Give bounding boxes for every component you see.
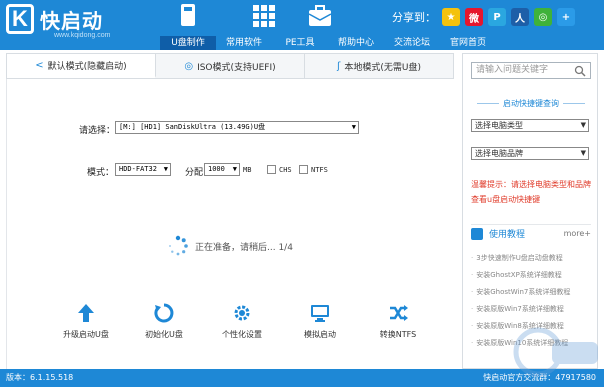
- nav-forum[interactable]: 交流论坛: [384, 36, 440, 50]
- search-icon[interactable]: [574, 65, 586, 77]
- simulate-boot-button[interactable]: 模拟启动: [281, 303, 359, 340]
- alloc-unit: MB: [243, 166, 252, 174]
- alloc-size-select[interactable]: 1000 ▼: [204, 163, 240, 176]
- nav-common-software[interactable]: 常用软件: [216, 36, 272, 50]
- share-label: 分享到：: [392, 11, 436, 24]
- mode-tabs: < 默认模式(隐藏启动) ◎ ISO模式(支持UEFI) ʃ 本地模式(无需U盘…: [6, 53, 454, 79]
- warm-tip: 温馨提示：请选择电脑类型和品牌查看u盘启动快捷键: [471, 180, 591, 204]
- loading-spinner-icon: [169, 235, 188, 256]
- watermark-logo-icon: [513, 327, 598, 377]
- tutorial-header: 使用教程 more+: [471, 224, 591, 242]
- tutorial-item[interactable]: 3步快速制作U盘启动盘教程: [471, 250, 595, 267]
- nav-usb-make[interactable]: U盘制作: [160, 36, 216, 50]
- share-bar: 分享到： ★ 微 P 人 ◎ +: [392, 8, 580, 26]
- monitor-icon: [311, 305, 329, 322]
- chevron-down-icon: ▼: [351, 123, 356, 131]
- tutorial-item[interactable]: 安装GhostXP系统详细教程: [471, 267, 595, 284]
- wechat-icon[interactable]: ◎: [534, 8, 552, 26]
- bottom-toolbar: 升级启动U盘 初始化U盘 个性化设置 模拟启动 转换NTFS: [47, 303, 437, 340]
- disc-icon: ◎: [184, 60, 194, 72]
- tab-local-mode[interactable]: ʃ 本地模式(无需U盘): [305, 54, 453, 78]
- device-select[interactable]: [M:] [HD1] SanDiskUltra (13.49G)U盘 ▼: [115, 121, 359, 134]
- chevron-down-icon: ▼: [232, 165, 237, 173]
- ntfs-checkbox[interactable]: [299, 165, 308, 174]
- rss-icon: ʃ: [337, 60, 341, 72]
- progress-status: 正在准备，请稍后... 1/4: [167, 235, 293, 257]
- init-usb-button[interactable]: 初始化U盘: [125, 303, 203, 340]
- ntfs-label: NTFS: [311, 166, 328, 174]
- computer-type-select[interactable]: 选择电脑类型 ▼: [471, 119, 589, 132]
- upgrade-arrow-icon: [78, 304, 94, 322]
- search-input[interactable]: 请输入问题关键字: [471, 62, 591, 79]
- gear-icon: [234, 305, 250, 321]
- device-select-label: 请选择：: [79, 126, 116, 136]
- app-header: K 快启动 www.kqidong.com U盘制作 常用软件 PE工具 帮助中…: [0, 0, 604, 50]
- chevron-down-icon: ▼: [580, 121, 586, 129]
- tutorial-item[interactable]: 安装原版Win7系统详细教程: [471, 301, 595, 318]
- tutorial-item[interactable]: 安装GhostWin7系统详细教程: [471, 284, 595, 301]
- convert-shuffle-icon: [390, 305, 408, 321]
- logo: K 快启动: [6, 2, 103, 36]
- qzone-icon[interactable]: ★: [442, 8, 460, 26]
- more-link[interactable]: more+: [564, 229, 591, 238]
- personalize-button[interactable]: 个性化设置: [203, 303, 281, 340]
- convert-ntfs-button[interactable]: 转换NTFS: [359, 303, 437, 340]
- chevron-down-icon: ▼: [580, 149, 586, 157]
- version-text: 版本：6.1.15.518: [6, 373, 74, 382]
- chs-checkbox[interactable]: [267, 165, 276, 174]
- share-node-icon: <: [35, 59, 44, 71]
- logo-mark: K: [6, 4, 34, 34]
- tab-default-mode[interactable]: < 默认模式(隐藏启动): [7, 54, 156, 78]
- main-nav: U盘制作 常用软件 PE工具 帮助中心 交流论坛 官网首页: [160, 36, 496, 50]
- computer-brand-select[interactable]: 选择电脑品牌 ▼: [471, 147, 589, 160]
- chs-label: CHS: [279, 166, 292, 174]
- shortcut-title: 启动快捷键查询: [463, 98, 599, 109]
- nav-homepage[interactable]: 官网首页: [440, 36, 496, 50]
- status-text: 正在准备，请稍后... 1/4: [195, 242, 293, 253]
- mode-label: 模式：: [87, 168, 115, 178]
- chevron-down-icon: ▼: [163, 165, 168, 173]
- briefcase-icon[interactable]: [306, 2, 334, 30]
- usb-icon[interactable]: [174, 2, 202, 30]
- nav-pe-tools[interactable]: PE工具: [272, 36, 328, 50]
- grid-apps-icon[interactable]: [250, 2, 278, 30]
- upgrade-usb-button[interactable]: 升级启动U盘: [47, 303, 125, 340]
- renren-icon[interactable]: 人: [511, 8, 529, 26]
- init-usb-icon: [154, 303, 174, 323]
- main-panel: 请选择： [M:] [HD1] SanDiskUltra (13.49G)U盘 …: [6, 79, 454, 369]
- book-icon: [471, 227, 483, 240]
- logo-text: 快启动: [40, 8, 103, 33]
- nav-help-center[interactable]: 帮助中心: [328, 36, 384, 50]
- plus-icon[interactable]: +: [557, 8, 575, 26]
- tutorial-title: 使用教程: [489, 230, 526, 240]
- mode-select[interactable]: HDD-FAT32 ▼: [115, 163, 171, 176]
- logo-url: www.kqidong.com: [54, 32, 111, 39]
- tencent-weibo-icon[interactable]: P: [488, 8, 506, 26]
- tab-iso-mode[interactable]: ◎ ISO模式(支持UEFI): [156, 54, 305, 78]
- alloc-label: 分配: [185, 168, 204, 178]
- weibo-icon[interactable]: 微: [465, 8, 483, 26]
